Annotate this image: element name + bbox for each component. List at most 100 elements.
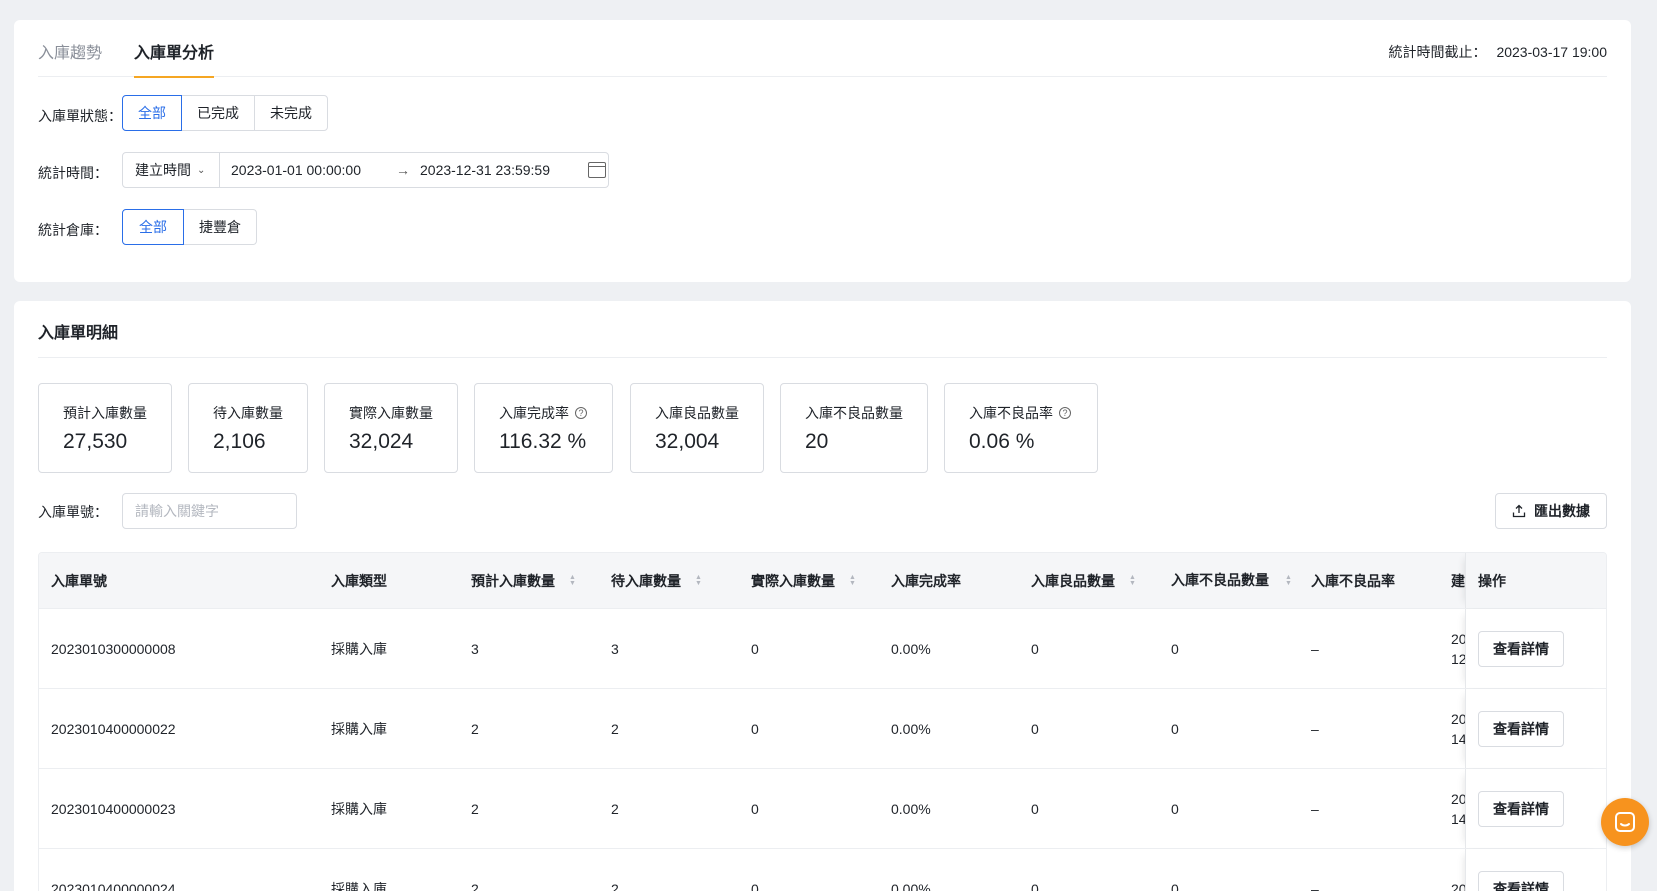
status-filter: 全部 已完成 未完成 bbox=[122, 95, 328, 131]
defective-rate: – bbox=[1311, 640, 1319, 657]
defective-qty: 0 bbox=[1171, 800, 1179, 817]
completion-rate: 0.00% bbox=[891, 880, 931, 891]
planned-qty: 2 bbox=[471, 880, 479, 891]
good-qty: 0 bbox=[1031, 880, 1039, 891]
order-type: 採購入庫 bbox=[331, 640, 387, 657]
defective-qty: 0 bbox=[1171, 640, 1179, 657]
sort-icon[interactable]: ▲ ▼ bbox=[849, 574, 856, 587]
created-time-line: 20 bbox=[1451, 630, 1465, 647]
kpi-value: 0.06 % bbox=[969, 430, 1035, 453]
completion-rate: 0.00% bbox=[891, 720, 931, 737]
good-qty: 0 bbox=[1031, 720, 1039, 737]
col-type: 入庫類型 bbox=[331, 572, 387, 589]
order-number-search-input[interactable] bbox=[122, 493, 297, 529]
col-label: 預計入庫數量 bbox=[471, 572, 555, 589]
filter-card: 入庫趨勢 入庫單分析 統計時間截止： 2023-03-17 19:00 入庫單狀態… bbox=[14, 20, 1631, 282]
status-option-incomplete[interactable]: 未完成 bbox=[254, 95, 328, 131]
kpi-label: 入庫不良品數量 bbox=[805, 405, 903, 421]
created-time: 2014 bbox=[1451, 689, 1465, 768]
time-filter-label: 統計時間： bbox=[38, 165, 108, 181]
chat-support-button[interactable] bbox=[1601, 798, 1649, 846]
col-defective[interactable]: 入庫不良品數量 ▲ ▼ bbox=[1171, 553, 1292, 608]
table-row: 2023010400000024 採購入庫 2 2 0 0.00% 0 0 – … bbox=[39, 849, 1606, 891]
defective-qty: 0 bbox=[1171, 880, 1179, 891]
sort-icon[interactable]: ▲ ▼ bbox=[695, 574, 702, 587]
kpi-label-text: 入庫不良品率 bbox=[969, 405, 1053, 421]
kpi-label: 待入庫數量 bbox=[213, 405, 283, 421]
col-pending[interactable]: 待入庫數量 ▲ ▼ bbox=[611, 553, 702, 608]
col-label: 入庫不良品數量 bbox=[1171, 572, 1269, 588]
defective-rate: – bbox=[1311, 880, 1319, 891]
created-time-line: 20 bbox=[1451, 880, 1465, 891]
planned-qty: 2 bbox=[471, 800, 479, 817]
view-details-button[interactable]: 查看詳情 bbox=[1478, 710, 1564, 747]
col-actual[interactable]: 實際入庫數量 ▲ ▼ bbox=[751, 553, 856, 608]
chat-icon bbox=[1615, 812, 1635, 832]
kpi-value: 20 bbox=[805, 430, 829, 453]
defective-rate: – bbox=[1311, 800, 1319, 817]
export-data-button[interactable]: 匯出數據 bbox=[1495, 493, 1607, 529]
col-defective-rate: 入庫不良品率 bbox=[1311, 572, 1395, 589]
table-row: 2023010300000008 採購入庫 3 3 0 0.00% 0 0 – … bbox=[39, 609, 1606, 689]
sort-icon[interactable]: ▲ ▼ bbox=[569, 574, 576, 587]
col-actions: 操作 bbox=[1465, 553, 1606, 608]
kpi-completion-rate: 入庫完成率? 116.32 % bbox=[474, 383, 613, 473]
kpi-planned: 預計入庫數量 27,530 bbox=[38, 383, 172, 473]
row-actions: 查看詳情 bbox=[1465, 769, 1606, 848]
kpi-value: 2,106 bbox=[213, 430, 266, 453]
stat-time-value: 2023-03-17 19:00 bbox=[1496, 44, 1607, 60]
view-details-button[interactable]: 查看詳情 bbox=[1478, 870, 1564, 891]
view-details-button[interactable]: 查看詳情 bbox=[1478, 630, 1564, 667]
stat-time-label: 統計時間截止： bbox=[1388, 44, 1487, 60]
tab-inbound-trend[interactable]: 入庫趨勢 bbox=[38, 39, 102, 63]
order-type: 採購入庫 bbox=[331, 880, 387, 891]
question-icon[interactable]: ? bbox=[1059, 407, 1071, 419]
table-row: 2023010400000023 採購入庫 2 2 0 0.00% 0 0 – … bbox=[39, 769, 1606, 849]
question-icon[interactable]: ? bbox=[575, 407, 587, 419]
sort-icon[interactable]: ▲ ▼ bbox=[1129, 574, 1136, 587]
kpi-value: 116.32 % bbox=[499, 430, 587, 453]
pending-qty: 2 bbox=[611, 720, 619, 737]
view-details-button[interactable]: 查看詳情 bbox=[1478, 790, 1564, 827]
kpi-value: 27,530 bbox=[63, 430, 128, 453]
kpi-label-text: 入庫完成率 bbox=[499, 405, 569, 421]
actual-qty: 0 bbox=[751, 880, 759, 891]
col-good[interactable]: 入庫良品數量 ▲ ▼ bbox=[1031, 553, 1136, 608]
col-planned[interactable]: 預計入庫數量 ▲ ▼ bbox=[471, 553, 576, 608]
kpi-label: 入庫完成率? bbox=[499, 403, 612, 423]
export-label: 匯出數據 bbox=[1534, 503, 1590, 519]
sort-icon[interactable]: ▲ ▼ bbox=[1285, 574, 1292, 587]
col-label: 待入庫數量 bbox=[611, 572, 681, 589]
col-label: 實際入庫數量 bbox=[751, 572, 835, 589]
defective-qty: 0 bbox=[1171, 720, 1179, 737]
kpi-actual: 實際入庫數量 32,024 bbox=[324, 383, 458, 473]
status-option-all[interactable]: 全部 bbox=[122, 95, 182, 131]
kpi-label: 預計入庫數量 bbox=[63, 405, 147, 421]
kpi-value: 32,024 bbox=[349, 430, 414, 453]
created-time-line: 14 bbox=[1451, 810, 1465, 827]
kpi-label: 實際入庫數量 bbox=[349, 405, 433, 421]
created-time: 2014 bbox=[1451, 769, 1465, 848]
time-type-select[interactable]: 建立時間 ⌄ bbox=[123, 153, 220, 187]
search-label: 入庫單號： bbox=[38, 504, 108, 520]
status-option-completed[interactable]: 已完成 bbox=[181, 95, 255, 131]
order-number: 2023010400000022 bbox=[51, 720, 176, 737]
date-end-input[interactable]: 2023-12-31 23:59:59 bbox=[420, 162, 580, 178]
pending-qty: 3 bbox=[611, 640, 619, 657]
date-start-input[interactable]: 2023-01-01 00:00:00 bbox=[231, 162, 396, 178]
kpi-good: 入庫良品數量 32,004 bbox=[630, 383, 764, 473]
warehouse-option-jiefeng[interactable]: 捷豐倉 bbox=[183, 209, 257, 245]
created-time: 20 bbox=[1451, 849, 1465, 891]
tab-bar: 入庫趨勢 入庫單分析 統計時間截止： 2023-03-17 19:00 bbox=[38, 20, 1607, 78]
warehouse-option-all[interactable]: 全部 bbox=[122, 209, 184, 245]
col-order-number: 入庫單號 bbox=[51, 572, 107, 589]
actual-qty: 0 bbox=[751, 800, 759, 817]
planned-qty: 3 bbox=[471, 640, 479, 657]
divider bbox=[38, 357, 1607, 358]
detail-card: 入庫單明細 預計入庫數量 27,530 待入庫數量 2,106 實際入庫數量 3… bbox=[14, 301, 1631, 891]
col-completion-rate: 入庫完成率 bbox=[891, 572, 961, 589]
arrow-right-icon: → bbox=[396, 162, 410, 178]
table-row: 2023010400000022 採購入庫 2 2 0 0.00% 0 0 – … bbox=[39, 689, 1606, 769]
calendar-icon[interactable] bbox=[588, 162, 606, 178]
tab-inbound-order-analysis[interactable]: 入庫單分析 bbox=[134, 39, 215, 78]
